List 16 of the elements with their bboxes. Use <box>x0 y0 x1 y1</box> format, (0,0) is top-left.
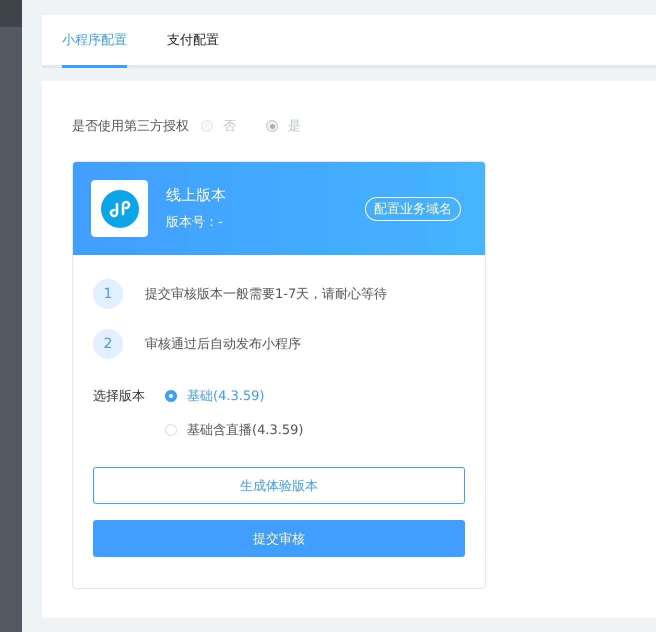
tab[interactable]: 小程序配置 <box>62 15 127 68</box>
radio-option[interactable]: 基础含直播(4.3.59) <box>165 421 443 439</box>
select-label: 选择版本 <box>93 388 146 406</box>
logo-icon <box>91 180 148 237</box>
tab[interactable]: 支付配置 <box>167 15 219 68</box>
version-number: 版本号：- <box>166 214 224 231</box>
generate-button[interactable]: 生成体验版本 <box>93 467 465 504</box>
step-number: 1 <box>93 279 123 309</box>
submit-button[interactable]: 提交审核 <box>93 520 465 557</box>
step-text: 审核通过后自动发布小程序 <box>145 336 301 353</box>
domain-button[interactable]: 配置业务域名 <box>365 196 461 220</box>
radio-option[interactable]: 基础(4.3.59) <box>165 387 443 405</box>
step-text: 提交审核版本一般需要1-7天，请耐心等待 <box>145 286 388 303</box>
card-title: 线上版本 <box>166 186 227 205</box>
step-number: 2 <box>93 329 123 359</box>
auth-label: 是否使用第三方授权 <box>72 118 189 135</box>
